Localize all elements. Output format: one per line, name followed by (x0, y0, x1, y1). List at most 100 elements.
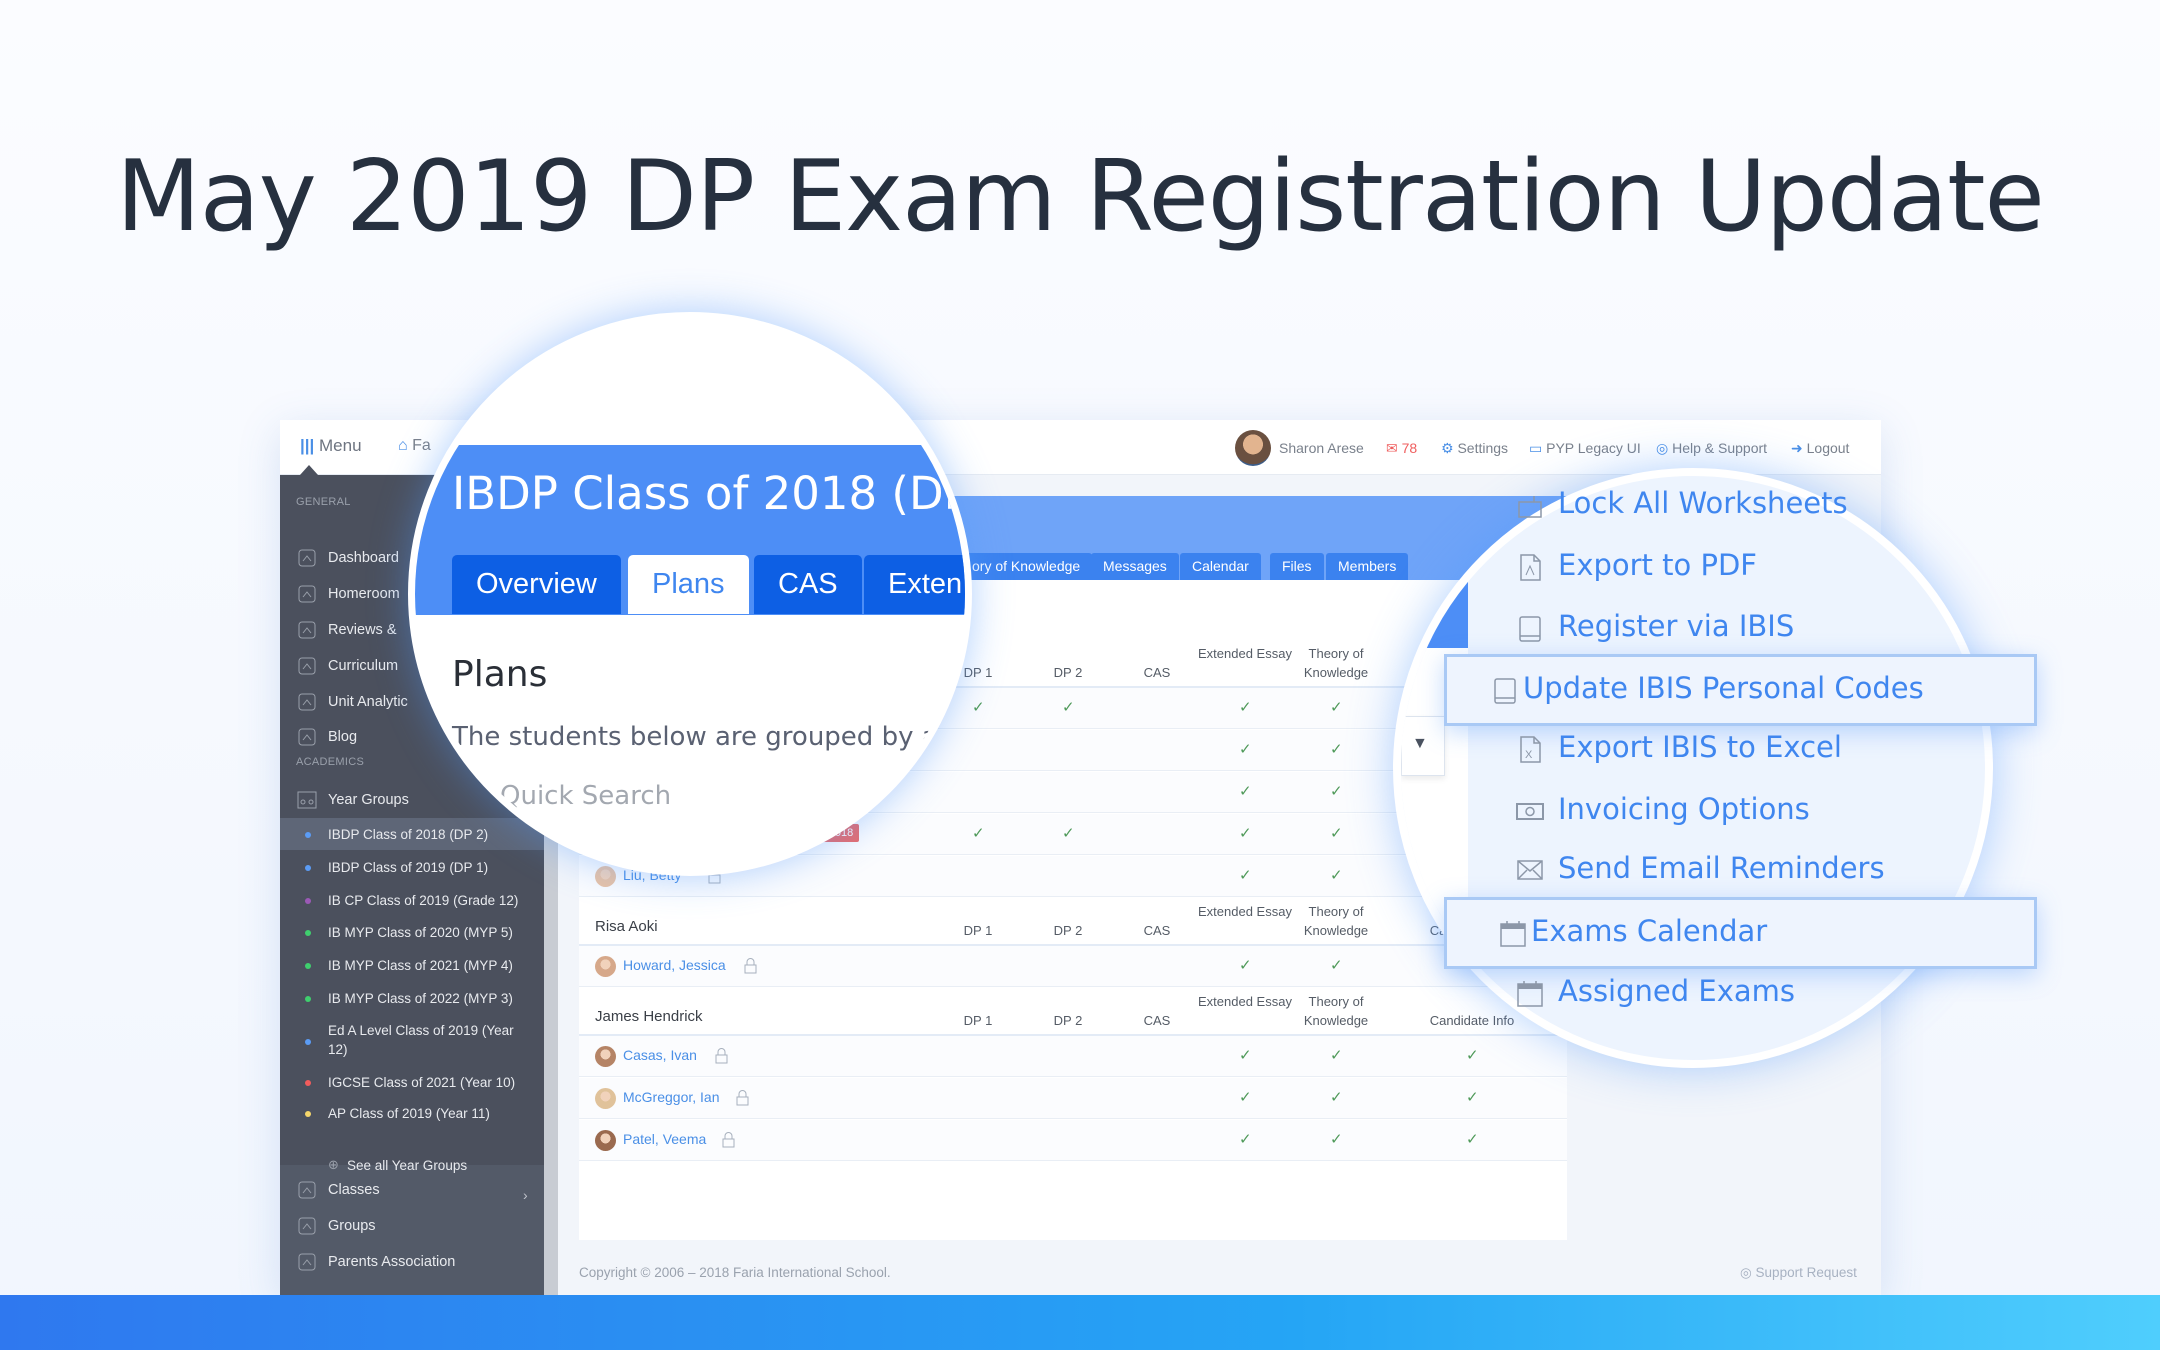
sidebar-year-group[interactable]: IGCSE Class of 2021 (Year 10) (280, 1073, 544, 1095)
menu-item[interactable]: Assigned Exams (1516, 973, 1936, 1015)
sidebar-year-group[interactable]: IB CP Class of 2019 (Grade 12) (280, 891, 544, 913)
lifebuoy-icon: ◎ (1740, 1265, 1752, 1280)
color-dot (305, 898, 311, 904)
color-dot (305, 1111, 311, 1117)
column-header: DP 1 (963, 1013, 993, 1028)
check-icon: ✓ (972, 825, 985, 842)
magnifier-page-header: IBDP Class of 2018 (DP 2 Overview Plans CA… (408, 312, 972, 876)
advisor-name: James Hendrick (595, 1008, 703, 1025)
color-dot (305, 963, 311, 969)
section-general: GENERAL (296, 496, 351, 508)
column-header: CAS (1143, 665, 1171, 680)
messages-link[interactable]: ✉ 78 (1386, 440, 1417, 457)
legacy-ui-link[interactable]: ▭ PYP Legacy UI (1529, 440, 1641, 457)
copyright: Copyright © 2006 – 2018 Faria Internatio… (579, 1265, 891, 1280)
column-header: CAS (1143, 923, 1171, 938)
lock-icon (744, 958, 756, 974)
student-name-link[interactable]: Howard, Jessica (623, 957, 726, 973)
menu-item-highlighted[interactable]: Exams Calendar (1444, 897, 2037, 969)
page-title: IBDP Class of 2018 (DP 2 (452, 467, 972, 520)
color-dot (305, 996, 311, 1002)
tab[interactable]: Calendar (1180, 553, 1261, 580)
avatar[interactable] (1235, 430, 1271, 466)
menu-item-highlighted[interactable]: Update IBIS Personal Codes (1444, 654, 2037, 726)
section-academics: ACADEMICS (296, 756, 365, 768)
avatar (595, 1088, 616, 1109)
check-icon: ✓ (1330, 699, 1343, 716)
tab[interactable]: Messages (1091, 553, 1179, 580)
check-icon: ✓ (1466, 1089, 1479, 1106)
users-icon (298, 1253, 316, 1271)
menu-item[interactable]: Invoicing Options (1516, 791, 1936, 833)
avatar (595, 1046, 616, 1067)
student-name-link[interactable]: Casas, Ivan (623, 1047, 697, 1063)
sidebar-year-group[interactable]: IB MYP Class of 2020 (MYP 5) (280, 923, 544, 945)
column-header: DP 2 (1053, 923, 1083, 938)
menu-item[interactable]: Register via IBIS (1516, 608, 1936, 650)
tab-cas[interactable]: CAS (754, 555, 862, 614)
sidebar-year-group[interactable]: Ed A Level Class of 2019 (Year 12) (280, 1021, 544, 1065)
column-header: Theory of Knowledge (1303, 904, 1369, 938)
tab[interactable]: ory of Knowledge (960, 553, 1093, 580)
sidebar-year-group[interactable]: IB MYP Class of 2021 (MYP 4) (280, 956, 544, 978)
map-icon (298, 657, 316, 675)
menu-item[interactable]: Lock All Worksheets (1516, 485, 1936, 527)
student-name-link[interactable]: McGreggor, Ian (623, 1089, 720, 1105)
color-dot (305, 930, 311, 936)
svg-text:X: X (1525, 749, 1533, 761)
tab-overview[interactable]: Overview (452, 555, 621, 614)
check-icon: ✓ (1062, 699, 1075, 716)
check-icon: ✓ (1330, 957, 1343, 974)
plans-heading: Plans (452, 654, 548, 695)
pdf-icon (1520, 554, 1541, 581)
sidebar-year-group[interactable]: IBDP Class of 2019 (DP 1) (280, 858, 544, 880)
mail-icon: ✉ (1386, 440, 1398, 456)
check-icon: ✓ (1466, 1131, 1479, 1148)
zoom-header-bg (1401, 476, 1468, 648)
cube-icon (298, 1217, 316, 1235)
check-icon: ✓ (1330, 1047, 1343, 1064)
color-dot (305, 1039, 311, 1045)
home-icon: ⌂ (398, 437, 408, 454)
see-all-year-groups[interactable]: ⊕ See all Year Groups (280, 1156, 544, 1178)
check-icon: ✓ (1239, 867, 1252, 884)
tab[interactable]: Files (1270, 553, 1324, 580)
menu-button[interactable]: ||| Menu (300, 436, 362, 456)
calendar-icon (1500, 921, 1526, 947)
sidebar-year-group[interactable]: IB MYP Class of 2022 (MYP 3) (280, 989, 544, 1011)
analytics-icon (298, 693, 316, 711)
logout-icon: ➜ (1791, 440, 1803, 456)
gear-icon: ⚙ (1441, 440, 1454, 456)
tab-plans[interactable]: Plans (628, 555, 749, 614)
check-icon: ✓ (1239, 1131, 1252, 1148)
check-icon: ✓ (1239, 957, 1252, 974)
color-dot (305, 832, 311, 838)
support-request-link[interactable]: ◎ Support Request (1740, 1265, 1857, 1281)
menu-item[interactable]: Send Email Reminders (1516, 850, 1936, 892)
sidebar-item[interactable]: Groups (280, 1215, 544, 1241)
year-groups-icon (297, 791, 317, 809)
tab[interactable]: Members (1326, 553, 1409, 580)
menu-item[interactable]: Export to PDF (1516, 547, 1936, 589)
check-icon: ✓ (1239, 1089, 1252, 1106)
quick-search-input[interactable]: Quick Search (500, 781, 671, 811)
menu-item[interactable]: X Export IBIS to Excel (1516, 729, 1936, 771)
chevron-right-icon: › (523, 1187, 528, 1203)
student-name-link[interactable]: Patel, Veema (623, 1131, 706, 1147)
user-name[interactable]: Sharon Arese (1279, 440, 1364, 456)
dropdown-toggle[interactable]: ▼ (1401, 716, 1445, 776)
tab-exten[interactable]: Exten (864, 555, 965, 614)
sidebar-year-group[interactable]: IBDP Class of 2018 (DP 2) (280, 825, 544, 847)
settings-link[interactable]: ⚙ Settings (1441, 440, 1508, 457)
sidebar-item[interactable]: Classes (280, 1179, 544, 1205)
avatar (595, 1130, 616, 1151)
avatar (595, 866, 616, 887)
table-row: Patel, Veema ✓ ✓ ✓ (579, 1120, 1567, 1161)
sidebar-year-group[interactable]: AP Class of 2019 (Year 11) (280, 1104, 544, 1126)
logout-link[interactable]: ➜ Logout (1791, 440, 1849, 457)
help-link[interactable]: ◎ Help & Support (1656, 440, 1767, 457)
sidebar-item[interactable]: Parents Association (280, 1251, 544, 1277)
column-header: CAS (1143, 1013, 1171, 1028)
plans-description: The students below are grouped by ad (452, 722, 955, 752)
book-icon (1519, 616, 1541, 642)
